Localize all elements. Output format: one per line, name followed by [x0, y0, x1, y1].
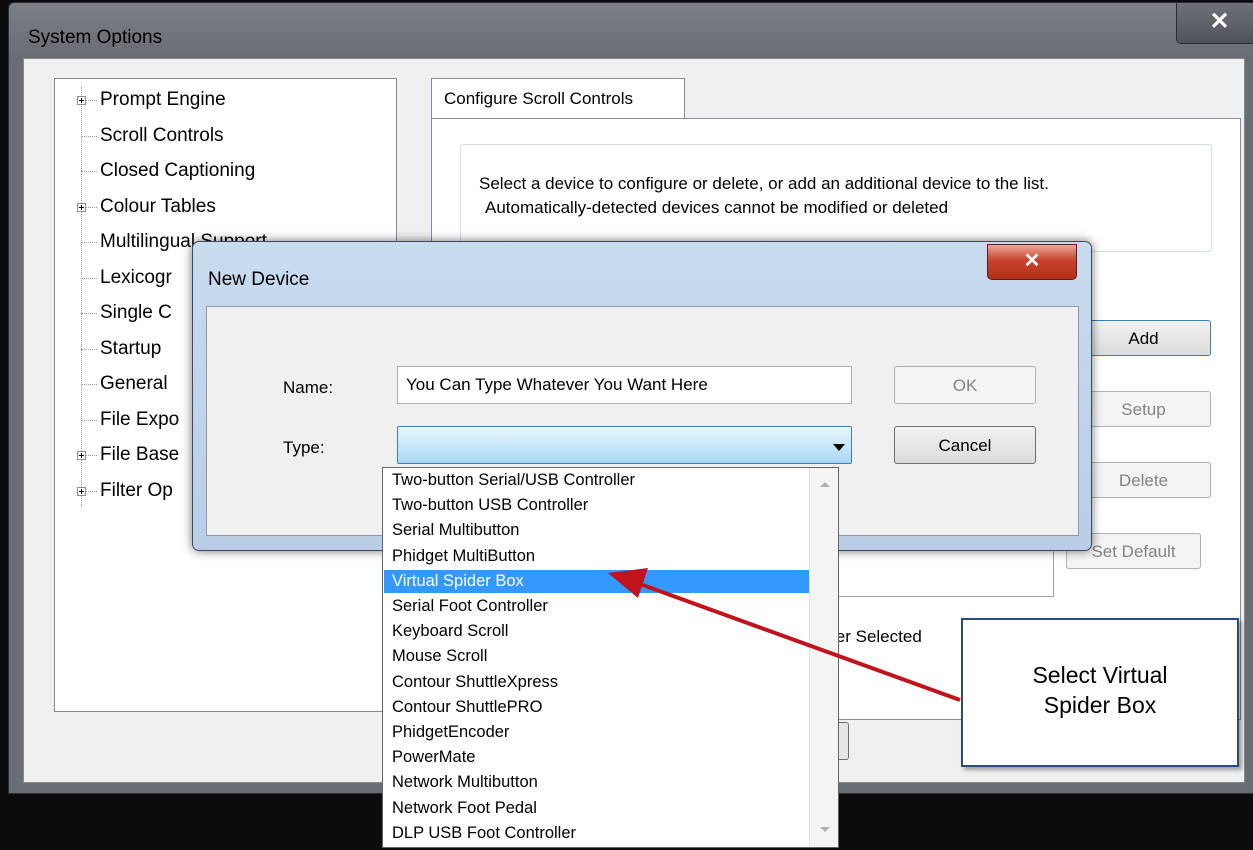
- callout-line-2: Spider Box: [1043, 692, 1157, 718]
- callout-line-1: Select Virtual: [1032, 662, 1168, 688]
- annotation-callout: Select Virtual Spider Box: [961, 618, 1239, 767]
- callout-text: Select Virtual Spider Box: [963, 660, 1237, 720]
